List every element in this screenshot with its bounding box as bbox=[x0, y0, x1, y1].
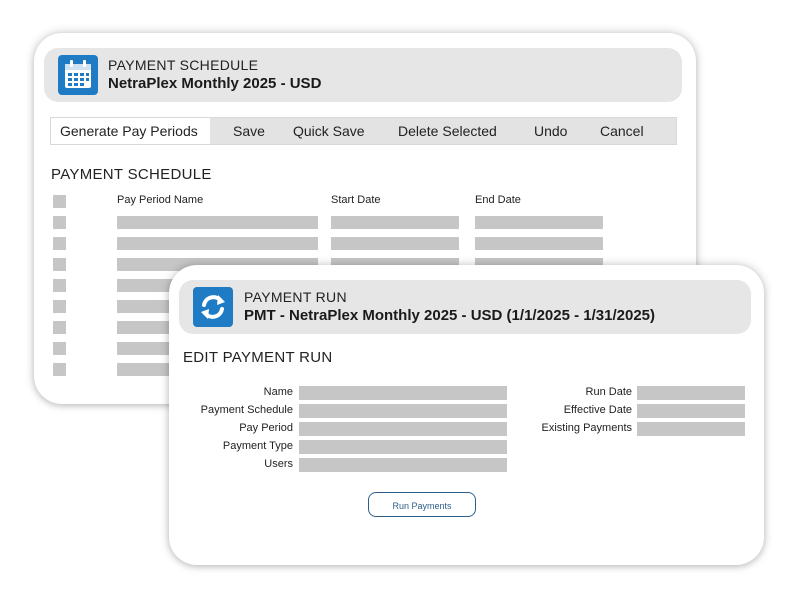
calendar-icon bbox=[58, 55, 98, 95]
run-header-title: PMT - NetraPlex Monthly 2025 - USD (1/1/… bbox=[244, 307, 655, 324]
row-checkbox[interactable] bbox=[53, 237, 66, 250]
row-checkbox[interactable] bbox=[53, 216, 66, 229]
run-date-field[interactable] bbox=[637, 386, 745, 400]
select-all-checkbox[interactable] bbox=[53, 195, 66, 208]
schedule-section-title: PAYMENT SCHEDULE bbox=[51, 166, 212, 183]
quick-save-button[interactable]: Quick Save bbox=[293, 118, 365, 144]
run-date-label: Run Date bbox=[585, 386, 632, 398]
schedule-header-kicker: PAYMENT SCHEDULE bbox=[108, 57, 259, 73]
end-date-cell[interactable] bbox=[475, 237, 603, 250]
start-date-cell[interactable] bbox=[331, 216, 459, 229]
payment-type-field[interactable] bbox=[299, 440, 507, 454]
schedule-toolbar: Generate Pay Periods Save Quick Save Del… bbox=[50, 117, 677, 145]
end-date-cell[interactable] bbox=[475, 216, 603, 229]
name-label: Name bbox=[263, 386, 293, 398]
run-header: PAYMENT RUN PMT - NetraPlex Monthly 2025… bbox=[179, 280, 751, 334]
column-header-pay-period-name: Pay Period Name bbox=[117, 194, 204, 206]
run-header-kicker: PAYMENT RUN bbox=[244, 289, 347, 305]
cancel-button[interactable]: Cancel bbox=[600, 118, 644, 144]
column-header-start-date: Start Date bbox=[331, 194, 381, 206]
pay-period-field[interactable] bbox=[299, 422, 507, 436]
schedule-header: PAYMENT SCHEDULE NetraPlex Monthly 2025 … bbox=[44, 48, 682, 102]
row-checkbox[interactable] bbox=[53, 363, 66, 376]
run-payments-button[interactable]: Run Payments bbox=[368, 492, 476, 517]
payment-schedule-label: Payment Schedule bbox=[200, 404, 293, 416]
delete-selected-button[interactable]: Delete Selected bbox=[398, 118, 497, 144]
row-checkbox[interactable] bbox=[53, 300, 66, 313]
refresh-icon bbox=[193, 287, 233, 327]
start-date-cell[interactable] bbox=[331, 237, 459, 250]
existing-payments-field[interactable] bbox=[637, 422, 745, 436]
name-field[interactable] bbox=[299, 386, 507, 400]
pay-period-label: Pay Period bbox=[239, 422, 293, 434]
payment-type-label: Payment Type bbox=[222, 440, 293, 452]
existing-payments-label: Existing Payments bbox=[541, 422, 632, 434]
payment-schedule-field[interactable] bbox=[299, 404, 507, 418]
row-checkbox[interactable] bbox=[53, 342, 66, 355]
users-label: Users bbox=[264, 458, 293, 470]
save-button[interactable]: Save bbox=[233, 118, 265, 144]
row-checkbox[interactable] bbox=[53, 321, 66, 334]
generate-pay-periods-button[interactable]: Generate Pay Periods bbox=[51, 118, 210, 144]
payment-run-window: PAYMENT RUN PMT - NetraPlex Monthly 2025… bbox=[169, 265, 764, 565]
pay-period-name-cell[interactable] bbox=[117, 237, 318, 250]
users-field[interactable] bbox=[299, 458, 507, 472]
undo-button[interactable]: Undo bbox=[534, 118, 567, 144]
run-section-title: EDIT PAYMENT RUN bbox=[183, 349, 333, 366]
column-header-end-date: End Date bbox=[475, 194, 521, 206]
row-checkbox[interactable] bbox=[53, 258, 66, 271]
pay-period-name-cell[interactable] bbox=[117, 216, 318, 229]
effective-date-field[interactable] bbox=[637, 404, 745, 418]
row-checkbox[interactable] bbox=[53, 279, 66, 292]
schedule-header-title: NetraPlex Monthly 2025 - USD bbox=[108, 75, 322, 92]
effective-date-label: Effective Date bbox=[563, 404, 632, 416]
